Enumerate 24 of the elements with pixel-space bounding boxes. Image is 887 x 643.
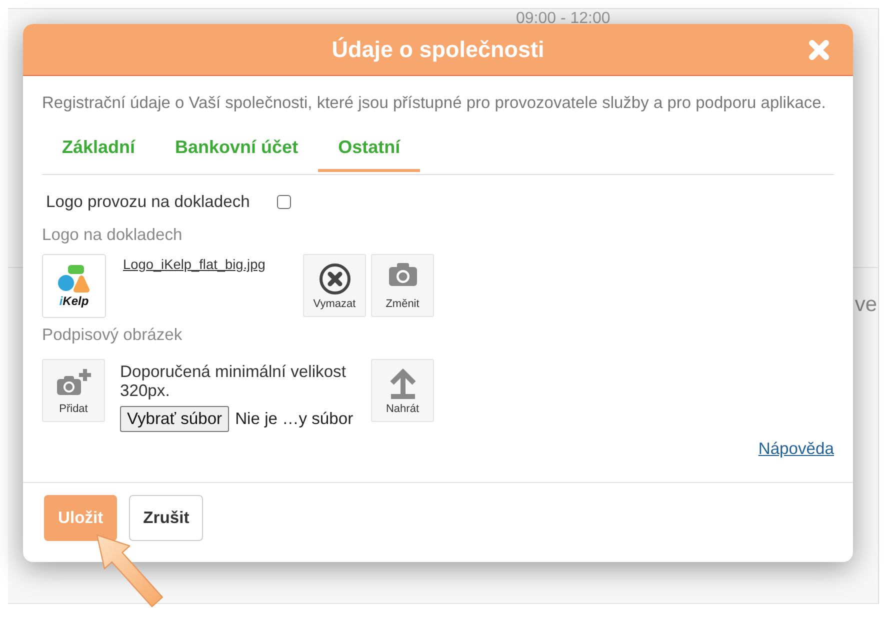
hint-text: Doporučená minimální velikost 320px. xyxy=(120,362,347,400)
section-label: Podpisový obrázek xyxy=(42,325,184,345)
logo-shapes-icon xyxy=(57,264,91,292)
choose-file-button[interactable]: Vybrať súbor xyxy=(120,406,230,432)
section-label: Logo na dokladech xyxy=(42,225,184,245)
cancel-button[interactable]: Zrušit xyxy=(129,495,204,541)
help-link[interactable]: Nápověda xyxy=(758,440,834,458)
file-status-text: Nie je …y súbor xyxy=(235,409,354,429)
checkbox[interactable] xyxy=(276,195,291,209)
x-circle-icon xyxy=(318,263,350,295)
upload-icon xyxy=(388,368,416,400)
delete-button[interactable]: Vymazat xyxy=(303,254,366,317)
camera-icon xyxy=(388,263,418,287)
add-button[interactable]: Přidat xyxy=(42,359,105,422)
background-text: ve xyxy=(854,293,877,316)
camera-plus-icon xyxy=(56,368,90,396)
time-range-text: 09:00 - 12:00 xyxy=(516,10,610,28)
file-name-link[interactable]: Logo_iKelp_flat_big.jpg xyxy=(123,257,266,272)
description-text: Registrační údaje o Vaší společnosti, které jsou přístupné pro provozovatele služby a pro podporu aplikace. xyxy=(42,93,827,113)
checkbox-label: Logo provozu na dokladech xyxy=(46,192,250,212)
upload-button[interactable]: Nahrát xyxy=(371,359,434,422)
dialog-title: Údaje o společnosti xyxy=(332,36,544,62)
change-button[interactable]: Změnit xyxy=(371,254,434,317)
logo-text: iKelp xyxy=(59,294,89,308)
